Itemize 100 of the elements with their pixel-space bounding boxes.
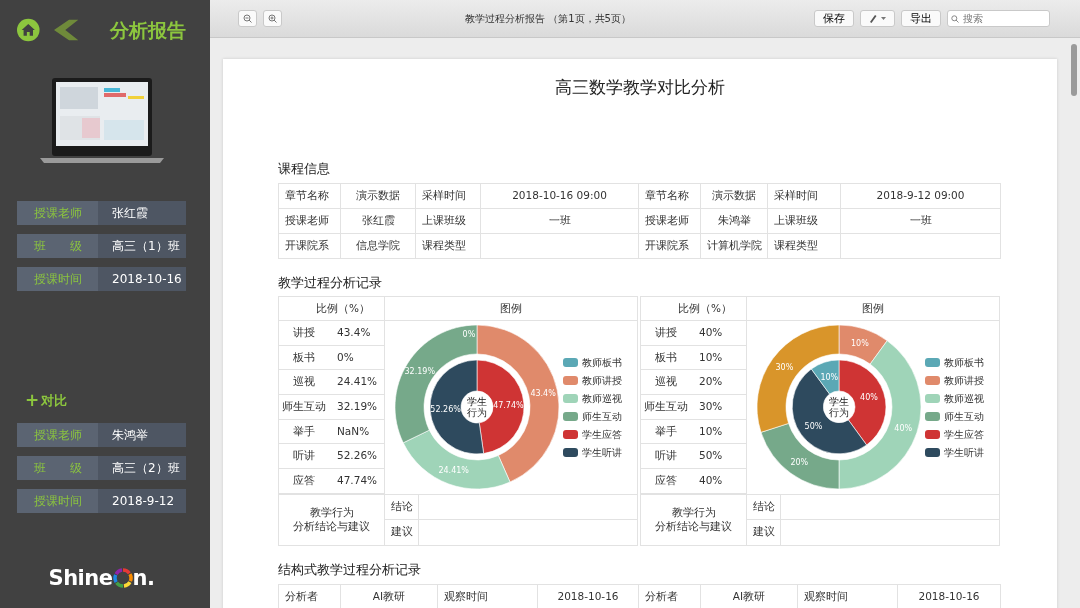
chart-center-label: 学生 (467, 396, 487, 408)
table-cell: 课程类型 (415, 233, 481, 259)
caret-icon (881, 17, 886, 20)
column-header: 图例 (385, 297, 637, 321)
table-cell: AI教研 (700, 584, 798, 608)
back-icon[interactable] (53, 19, 78, 41)
column-header: 比例（%） (279, 297, 384, 321)
behavior-label: 师生互动 (281, 399, 327, 415)
ratio-value: 40% (698, 324, 723, 340)
info-value: 2018-9-12 (98, 488, 186, 513)
ratio-value: 47.74% (336, 473, 378, 489)
table-cell: 一班 (840, 208, 1001, 234)
table-cell: 2018-10-16 (537, 584, 639, 608)
export-button[interactable]: 导出 (901, 10, 941, 27)
home-icon[interactable] (17, 18, 40, 42)
behavior-label: 举手 (654, 423, 678, 439)
conclusion-title: 分析结论与建议 (655, 519, 732, 534)
logo-text: Shine (48, 564, 113, 592)
table-cell: 信息学院 (340, 233, 416, 259)
behavior-label: 听讲 (654, 448, 678, 464)
section-heading: 结构式教学过程分析记录 (278, 560, 422, 579)
behavior-label: 讲授 (654, 324, 678, 340)
table-cell: 演示数据 (340, 183, 416, 209)
slice-label: 0% (462, 330, 476, 340)
conclusion-label: 结论 (747, 494, 781, 519)
table-cell: 分析者 (638, 584, 701, 608)
conclusion-title: 教学行为 (671, 506, 716, 520)
table-cell: 采样时间 (415, 183, 481, 209)
table-cell: 课程类型 (767, 233, 841, 259)
table-cell: 开课院系 (278, 233, 341, 259)
chart-center-label: 行为 (467, 407, 487, 419)
legend-label: 教师巡视 (944, 391, 984, 406)
zoom-in-button[interactable] (263, 10, 282, 27)
ratio-value: 32.19% (336, 399, 378, 415)
ratio-value: 43.4% (336, 324, 371, 340)
table-cell: 2018-9-12 09:00 (840, 183, 1001, 209)
behavior-label: 巡视 (292, 374, 316, 390)
table-cell: 上课班级 (767, 208, 841, 234)
table-cell: 朱鸿举 (700, 208, 768, 234)
slice-label: 43.4% (530, 389, 556, 399)
behavior-label: 应答 (292, 473, 316, 489)
scrollbar-thumb[interactable] (1071, 44, 1077, 96)
behavior-label: 巡视 (654, 374, 678, 390)
info-label: 班 级 (17, 234, 98, 258)
conclusion-title: 教学行为 (309, 506, 354, 520)
logo-ring-icon (112, 568, 133, 589)
table-cell: 授课老师 (638, 208, 701, 234)
table-cell: 开课院系 (638, 233, 701, 259)
chart-center-label: 学生 (829, 396, 849, 408)
ratio-value: 50% (698, 448, 723, 464)
legend-label: 教师讲授 (582, 373, 622, 388)
ratio-value: 30% (698, 399, 723, 415)
legend-label: 师生互动 (582, 409, 622, 424)
column-header: 图例 (747, 297, 999, 321)
pen-icon (869, 14, 877, 23)
zoom-out-button[interactable] (238, 10, 257, 27)
legend-label: 教师讲授 (944, 373, 984, 388)
table-cell: 章节名称 (278, 183, 341, 209)
conclusion-label: 建议 (747, 519, 781, 545)
ratio-value: 10% (698, 423, 723, 439)
slice-label: 50% (804, 421, 823, 431)
table-cell: 一班 (480, 208, 639, 234)
slice-label: 20% (790, 458, 809, 467)
table-cell: 观察时间 (797, 584, 898, 608)
ratio-value: 40% (698, 473, 723, 489)
info-label: 授课时间 (17, 267, 98, 291)
plus-icon[interactable]: + (25, 392, 40, 410)
info-value: 张红霞 (98, 201, 186, 225)
ratio-value: 24.41% (336, 374, 378, 390)
ratio-value: 0% (336, 349, 354, 365)
legend-label: 师生互动 (944, 409, 984, 424)
search-field[interactable]: 搜索 (947, 10, 1050, 27)
info-value: 高三（2）班 (98, 455, 186, 480)
conclusion-title: 分析结论与建议 (293, 519, 370, 534)
behavior-label: 板书 (292, 349, 316, 365)
slice-label: 40% (860, 393, 878, 403)
search-icon (951, 15, 959, 23)
ratio-value: NaN% (336, 423, 370, 439)
ratio-value: 20% (698, 374, 723, 390)
slice-label: 32.19% (404, 367, 436, 377)
table-cell: 授课老师 (278, 208, 341, 234)
conclusion-label: 结论 (385, 494, 419, 519)
table-cell: 章节名称 (638, 183, 701, 209)
logo-text: n. (132, 564, 155, 592)
report-title: 高三数学教学对比分析 (554, 76, 726, 99)
zoom-out-icon (243, 14, 252, 23)
save-button[interactable]: 保存 (814, 10, 854, 27)
behavior-label: 听讲 (292, 448, 316, 464)
legend-label: 教师板书 (944, 355, 984, 370)
pen-dropdown[interactable] (860, 10, 895, 27)
legend-label: 学生应答 (944, 427, 984, 442)
compare-link[interactable]: 对比 (41, 391, 68, 411)
behavior-label: 举手 (292, 423, 316, 439)
document-title: 教学过程分析报告 （第1页，共5页） (464, 12, 632, 26)
table-cell: 演示数据 (700, 183, 768, 209)
info-value: 2018-10-16 (98, 267, 186, 291)
slice-label: 10% (851, 339, 869, 349)
info-label: 授课时间 (17, 488, 98, 513)
table-cell: 分析者 (278, 584, 341, 608)
table-cell: 张红霞 (340, 208, 416, 234)
